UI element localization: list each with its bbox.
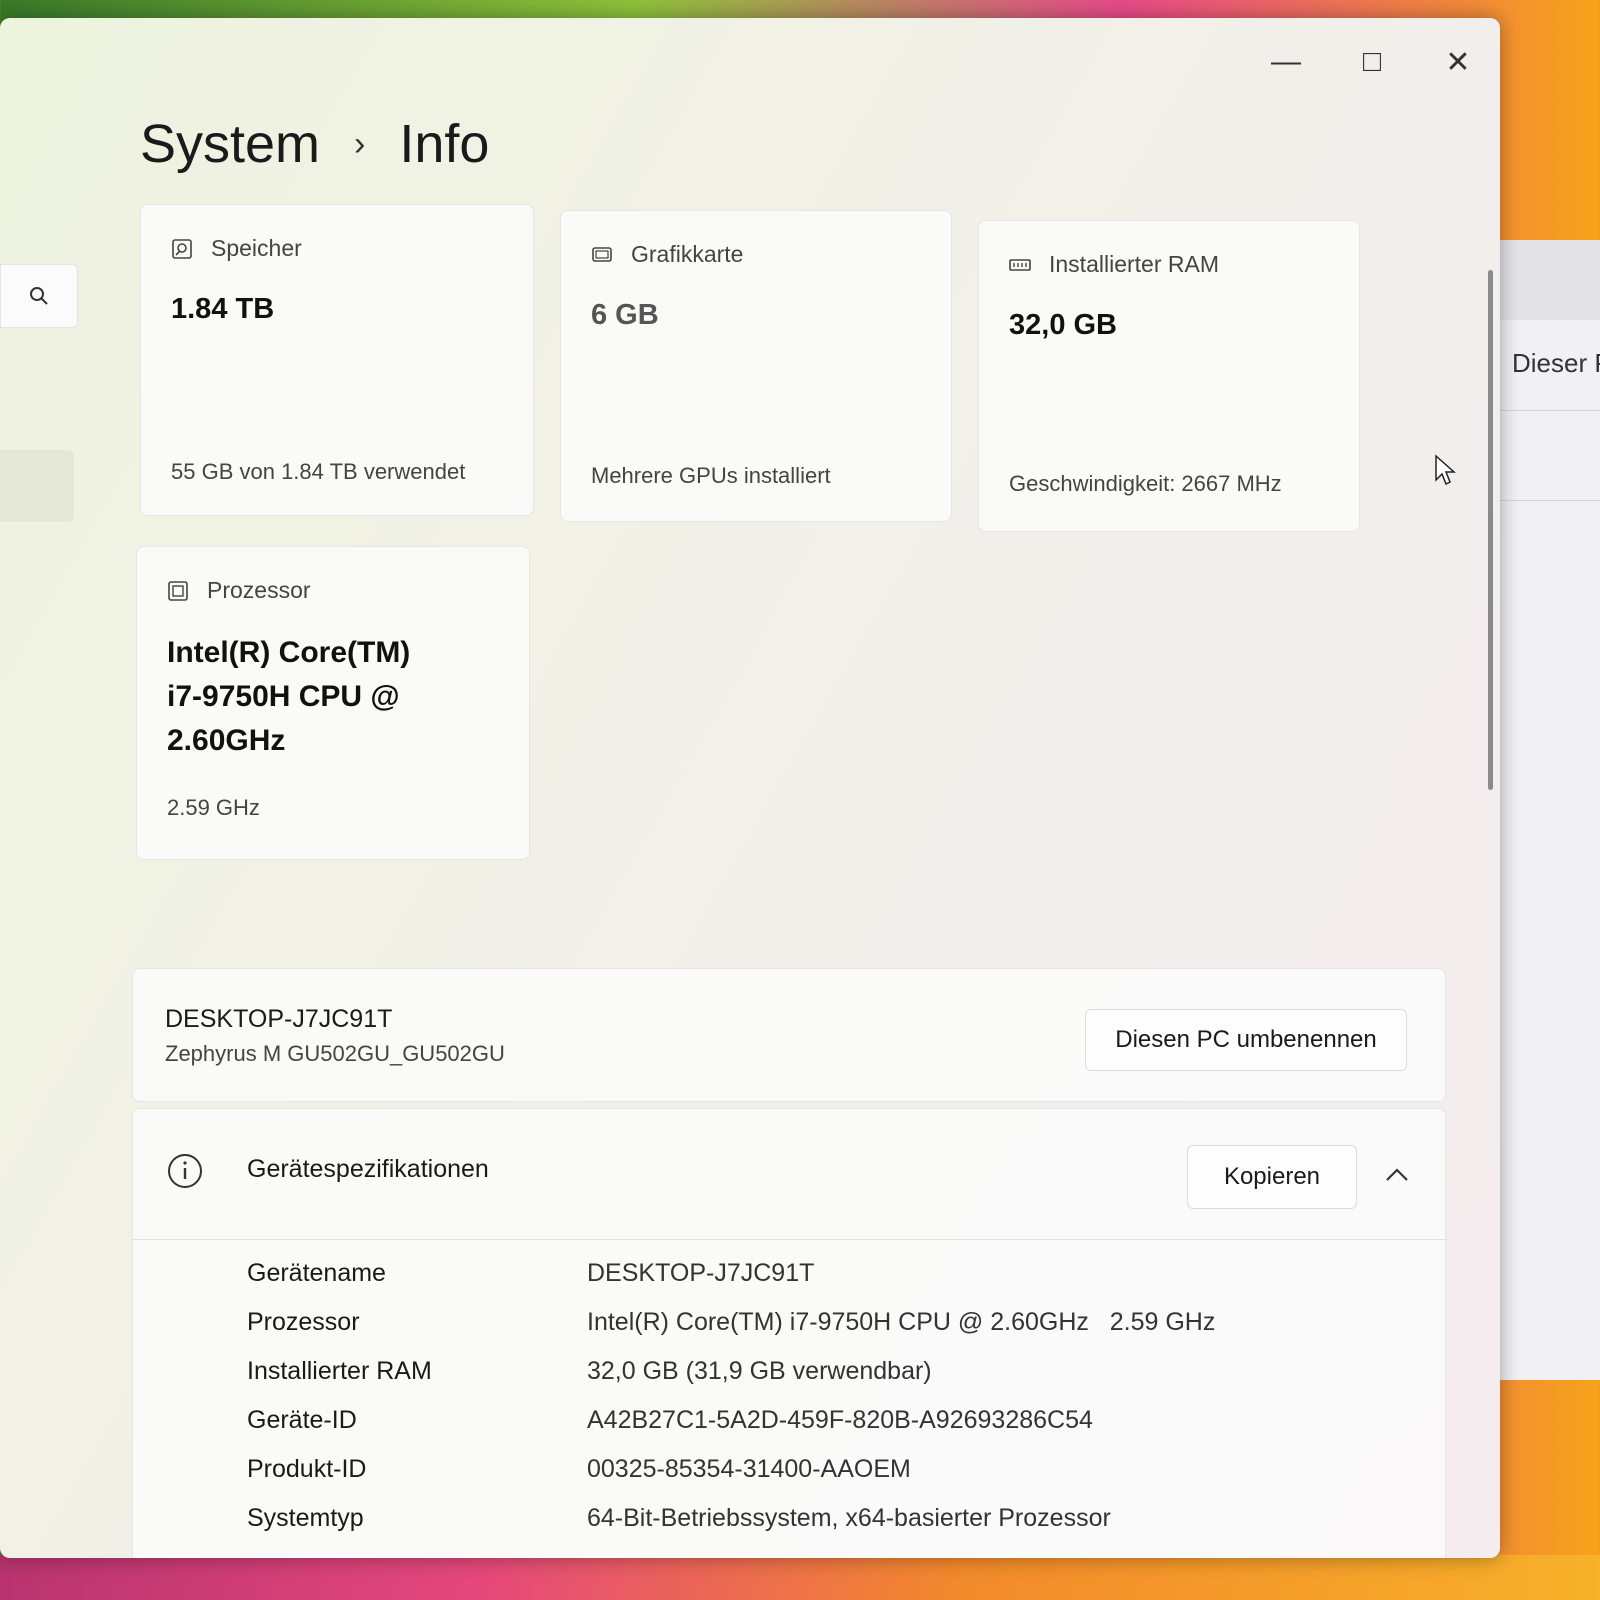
close-button[interactable]: ✕ bbox=[1428, 32, 1488, 92]
device-model: Zephyrus M GU502GU_GU502GU bbox=[165, 1041, 505, 1066]
copy-button[interactable]: Kopieren bbox=[1187, 1145, 1357, 1209]
spec-key: Prozessor bbox=[247, 1308, 360, 1336]
device-name: DESKTOP-J7JC91T bbox=[165, 1005, 393, 1033]
breadcrumb-parent[interactable]: System bbox=[140, 113, 320, 175]
ram-icon bbox=[1009, 258, 1031, 271]
rename-pc-button[interactable]: Diesen PC umbenennen bbox=[1085, 1009, 1407, 1071]
breadcrumb-separator: › bbox=[354, 124, 366, 163]
spec-key: Geräte-ID bbox=[247, 1406, 357, 1434]
spec-value: Intel(R) Core(TM) i7-9750H CPU @ 2.60GHz… bbox=[587, 1308, 1216, 1336]
chevron-up-icon[interactable] bbox=[1381, 1159, 1413, 1191]
storage-value: 1.84 TB bbox=[171, 293, 275, 325]
spec-value: 32,0 GB (31,9 GB verwendbar) bbox=[587, 1357, 932, 1385]
cpu-card-header: Prozessor bbox=[167, 577, 311, 604]
ram-value: 32,0 GB bbox=[1009, 309, 1117, 341]
cpu-value: Intel(R) Core(TM) i7-9750H CPU @ 2.60GHz bbox=[167, 631, 410, 763]
divider bbox=[133, 1239, 1445, 1240]
storage-label: Speicher bbox=[211, 235, 302, 261]
spec-value: 00325-85354-31400-AAOEM bbox=[587, 1455, 911, 1483]
settings-window: — □ ✕ System › Info Speicher 1.84 TB 55 … bbox=[0, 18, 1500, 1558]
storage-usage: 55 GB von 1.84 TB verwendet bbox=[171, 459, 466, 484]
mouse-cursor-icon bbox=[1435, 454, 1456, 486]
background-window-text: Dieser P bbox=[1512, 348, 1600, 378]
gpu-card[interactable]: Grafikkarte 6 GB Mehrere GPUs installier… bbox=[560, 210, 952, 522]
cpu-label: Prozessor bbox=[207, 577, 311, 603]
storage-card[interactable]: Speicher 1.84 TB 55 GB von 1.84 TB verwe… bbox=[140, 204, 534, 516]
cpu-value-line: i7-9750H CPU @ bbox=[167, 680, 400, 713]
specs-list: Gerätename DESKTOP-J7JC91T Prozessor Int… bbox=[247, 1259, 1215, 1553]
spec-key: Installierter RAM bbox=[247, 1357, 432, 1385]
gpu-label: Grafikkarte bbox=[631, 241, 744, 267]
spec-row: Systemtyp 64-Bit-Betriebssystem, x64-bas… bbox=[247, 1504, 1215, 1553]
gpu-card-header: Grafikkarte bbox=[591, 241, 743, 268]
spec-key: Gerätename bbox=[247, 1259, 386, 1287]
spec-value: DESKTOP-J7JC91T bbox=[587, 1259, 815, 1287]
nav-item-selected[interactable] bbox=[0, 450, 74, 522]
search-icon bbox=[30, 287, 48, 305]
breadcrumb: System › Info bbox=[140, 104, 489, 184]
spec-row: Prozessor Intel(R) Core(TM) i7-9750H CPU… bbox=[247, 1308, 1215, 1357]
spec-value: 64-Bit-Betriebssystem, x64-basierter Pro… bbox=[587, 1504, 1111, 1532]
cpu-value-line: Intel(R) Core(TM) bbox=[167, 636, 411, 669]
spec-row: Installierter RAM 32,0 GB (31,9 GB verwe… bbox=[247, 1357, 1215, 1406]
cpu-icon bbox=[168, 580, 188, 601]
spec-key: Produkt-ID bbox=[247, 1455, 367, 1483]
cpu-speed: 2.59 GHz bbox=[167, 795, 260, 820]
device-name-panel: DESKTOP-J7JC91T Zephyrus M GU502GU_GU502… bbox=[132, 968, 1446, 1102]
maximize-button[interactable]: □ bbox=[1342, 32, 1402, 92]
storage-icon bbox=[172, 238, 192, 259]
spec-key: Systemtyp bbox=[247, 1504, 364, 1532]
ram-label: Installierter RAM bbox=[1049, 251, 1219, 277]
spec-row: Gerätename DESKTOP-J7JC91T bbox=[247, 1259, 1215, 1308]
cpu-value-line: 2.60GHz bbox=[167, 724, 286, 757]
info-icon bbox=[168, 1154, 202, 1188]
spec-value: A42B27C1-5A2D-459F-820B-A92693286C54 bbox=[587, 1406, 1093, 1434]
ram-card[interactable]: Installierter RAM 32,0 GB Geschwindigkei… bbox=[978, 220, 1360, 532]
minimize-button[interactable]: — bbox=[1256, 32, 1316, 92]
gpu-sub: Mehrere GPUs installiert bbox=[591, 463, 831, 488]
device-specs-panel: Gerätespezifikationen Kopieren Gerätenam… bbox=[132, 1108, 1446, 1558]
desktop-wallpaper bbox=[0, 1555, 1600, 1600]
gpu-value: 6 GB bbox=[591, 299, 659, 331]
scrollbar[interactable] bbox=[1488, 270, 1493, 790]
gpu-icon bbox=[592, 246, 612, 262]
spec-row: Produkt-ID 00325-85354-31400-AAOEM bbox=[247, 1455, 1215, 1504]
spec-row: Geräte-ID A42B27C1-5A2D-459F-820B-A92693… bbox=[247, 1406, 1215, 1455]
page-title: Info bbox=[399, 114, 490, 174]
search-button[interactable] bbox=[0, 264, 78, 328]
ram-card-header: Installierter RAM bbox=[1009, 251, 1219, 278]
storage-card-header: Speicher bbox=[171, 235, 302, 262]
specs-title: Gerätespezifikationen bbox=[247, 1155, 489, 1183]
cpu-card[interactable]: Prozessor Intel(R) Core(TM) i7-9750H CPU… bbox=[136, 546, 530, 860]
ram-speed: Geschwindigkeit: 2667 MHz bbox=[1009, 471, 1282, 496]
